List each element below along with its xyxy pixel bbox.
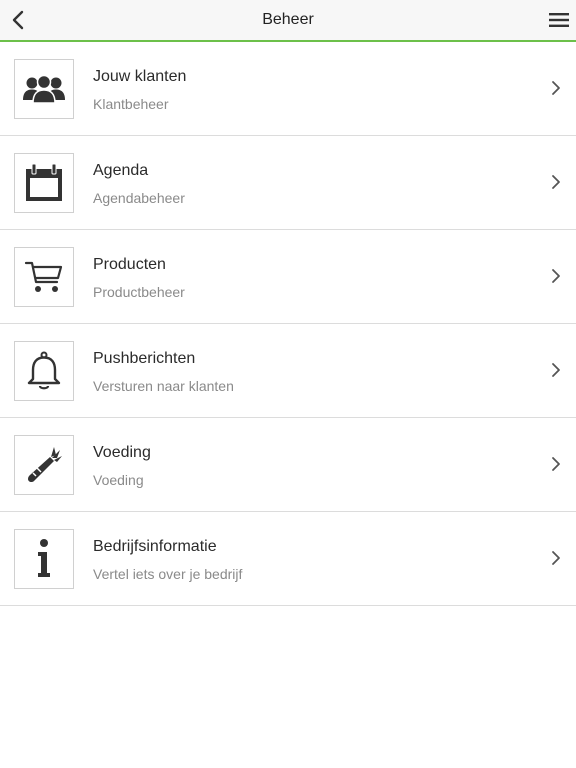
list-item-title: Pushberichten [93, 350, 196, 367]
list-item-icon-box [14, 153, 74, 213]
list-item-subtitle: Versturen naar klanten [93, 378, 234, 394]
settings-list: Jouw klanten Klantbeheer Agenda Agendabe… [0, 42, 576, 606]
list-item-voeding[interactable]: Voeding Voeding [0, 418, 576, 512]
top-bar: Beheer [0, 0, 576, 42]
chevron-right-icon [552, 175, 560, 189]
chevron-right-icon [552, 269, 560, 283]
list-item-title: Jouw klanten [93, 68, 187, 85]
hamburger-menu-icon [549, 13, 569, 27]
chevron-right-icon [552, 81, 560, 95]
list-item-producten[interactable]: Producten Productbeheer [0, 230, 576, 324]
calendar-icon [26, 163, 62, 201]
list-item-icon-box [14, 435, 74, 495]
list-item-agenda[interactable]: Agenda Agendabeheer [0, 136, 576, 230]
chevron-right-icon [552, 363, 560, 377]
list-item-title: Voeding [93, 444, 151, 461]
list-item-subtitle: Voeding [93, 472, 144, 488]
list-item-jouw-klanten[interactable]: Jouw klanten Klantbeheer [0, 42, 576, 136]
bell-icon [27, 351, 61, 390]
page-title: Beheer [262, 11, 314, 28]
info-icon [38, 539, 50, 577]
list-item-bedrijfsinformatie[interactable]: Bedrijfsinformatie Vertel iets over je b… [0, 512, 576, 606]
list-item-title: Producten [93, 256, 166, 273]
list-item-pushberichten[interactable]: Pushberichten Versturen naar klanten [0, 324, 576, 418]
list-item-subtitle: Vertel iets over je bedrijf [93, 566, 243, 582]
menu-button[interactable] [548, 10, 570, 30]
shopping-cart-icon [24, 261, 63, 292]
list-item-subtitle: Klantbeheer [93, 96, 169, 112]
users-icon [23, 74, 65, 104]
list-item-icon-box [14, 341, 74, 401]
list-item-title: Bedrijfsinformatie [93, 538, 217, 555]
list-item-subtitle: Productbeheer [93, 284, 185, 300]
list-item-subtitle: Agendabeheer [93, 190, 185, 206]
list-item-icon-box [14, 529, 74, 589]
list-item-icon-box [14, 59, 74, 119]
list-item-icon-box [14, 247, 74, 307]
carrot-icon [28, 447, 62, 483]
chevron-right-icon [552, 457, 560, 471]
chevron-right-icon [552, 551, 560, 565]
list-item-title: Agenda [93, 162, 149, 179]
